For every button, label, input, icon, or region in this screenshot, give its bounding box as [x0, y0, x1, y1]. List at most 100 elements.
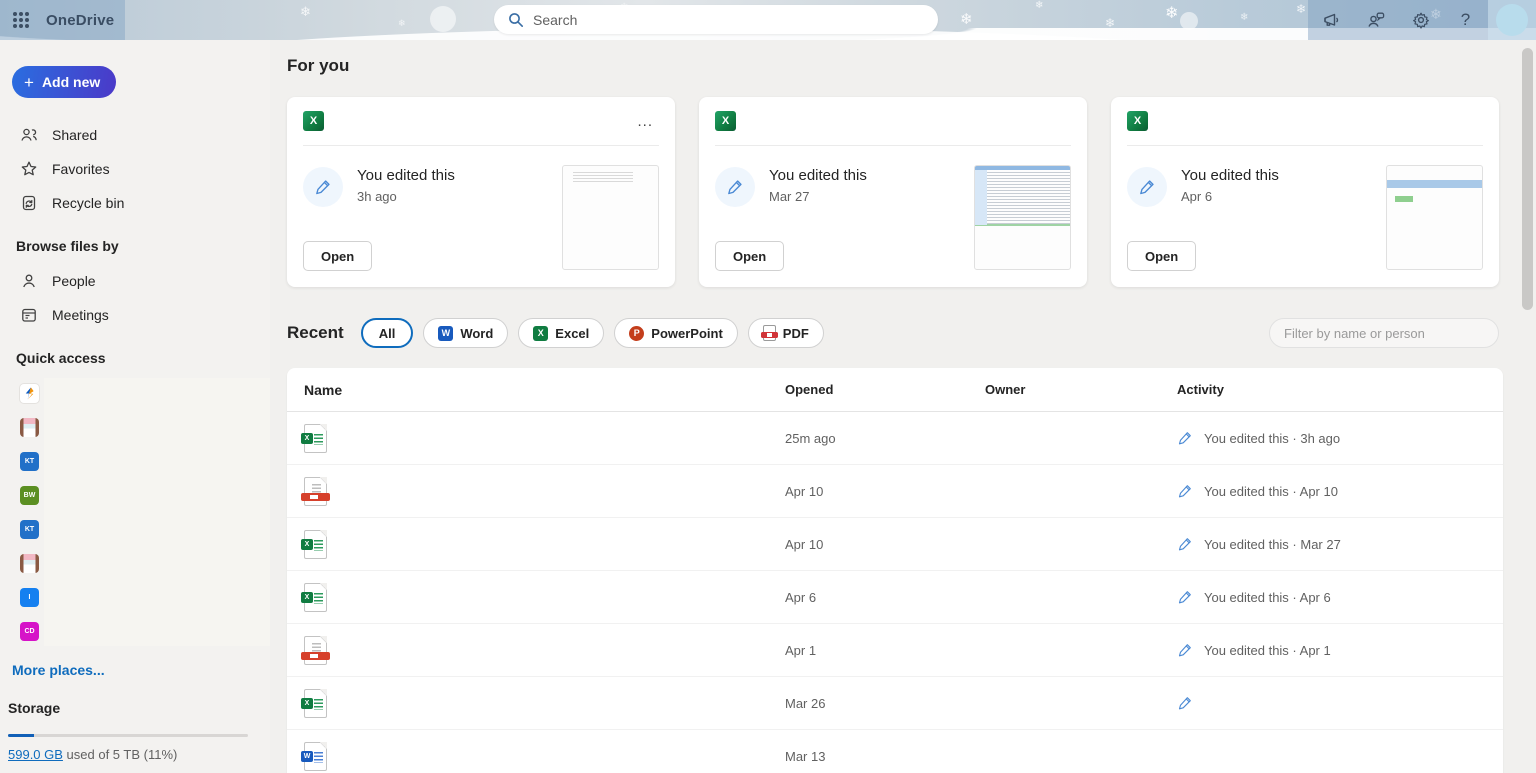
search-bar[interactable]: [494, 5, 938, 34]
sidebar-nav: Shared Favorites Recycle bin: [0, 118, 270, 220]
search-input[interactable]: [533, 12, 924, 28]
card-header: X: [1127, 97, 1483, 146]
vertical-scrollbar[interactable]: [1522, 48, 1533, 310]
column-header-activity[interactable]: Activity: [1177, 382, 1503, 397]
initials-tile-icon: KT: [20, 452, 39, 471]
column-header-name[interactable]: Name: [287, 382, 785, 398]
open-button[interactable]: Open: [303, 241, 372, 271]
page-body: + Add new Shared Favorites: [0, 40, 1536, 773]
snowflake-icon: ❄: [1035, 0, 1043, 11]
storage-used-link[interactable]: 599.0 GB: [8, 747, 63, 762]
browse-nav: People Meetings: [0, 264, 270, 332]
more-options-icon[interactable]: ...: [631, 111, 659, 132]
quick-access-item[interactable]: I: [0, 580, 270, 614]
pdf-file-icon: [304, 477, 327, 506]
sidebar-item-shared[interactable]: Shared: [0, 118, 270, 152]
word-icon: W: [438, 326, 453, 341]
main-content: For you X ... You edited this: [270, 40, 1536, 773]
filter-pill-excel[interactable]: X Excel: [518, 318, 604, 348]
snowflake-icon: ❄: [1240, 12, 1248, 23]
browse-files-by-header: Browse files by: [0, 220, 270, 264]
avatar[interactable]: [1496, 4, 1528, 36]
photo-site-icon: [20, 418, 39, 437]
for-you-card[interactable]: X You edited this Apr 6 Open: [1111, 97, 1499, 287]
sidebar-item-label: People: [52, 273, 96, 289]
quick-access-list: KT BW KT I CD: [0, 376, 270, 648]
pencil-icon: [1177, 430, 1193, 446]
column-header-owner[interactable]: Owner: [985, 382, 1177, 397]
snowflake-icon: ❄: [300, 4, 311, 20]
word-file-icon: W: [304, 742, 327, 771]
quick-access-item[interactable]: [0, 546, 270, 580]
table-header-row: Name Opened Owner Activity: [287, 368, 1503, 412]
sidebar-item-label: Meetings: [52, 307, 109, 323]
excel-file-icon: X: [304, 530, 327, 559]
filter-pill-all[interactable]: All: [361, 318, 414, 348]
for-you-cards: X ... You edited this 3h ago Open: [287, 97, 1499, 287]
activity-text: You edited this · Apr 1: [1204, 643, 1331, 658]
brand-tile: OneDrive: [0, 0, 125, 40]
table-row[interactable]: X Apr 6 You edited this · Apr 6: [287, 571, 1503, 624]
add-new-label: Add new: [42, 74, 100, 90]
add-new-button[interactable]: + Add new: [12, 66, 116, 98]
for-you-title: For you: [287, 56, 1536, 76]
sidebar-item-favorites[interactable]: Favorites: [0, 152, 270, 186]
snowflake-icon: ❄: [1165, 3, 1178, 23]
table-row[interactable]: X 25m ago You edited this · 3h ago: [287, 412, 1503, 465]
star-icon: [20, 160, 38, 178]
file-thumbnail: [974, 165, 1071, 270]
pencil-icon: [715, 167, 755, 207]
filter-pill-word[interactable]: W Word: [423, 318, 508, 348]
filter-pill-powerpoint[interactable]: P PowerPoint: [614, 318, 738, 348]
avatar-tile: [1488, 0, 1536, 40]
excel-file-icon: X: [304, 689, 327, 718]
filter-pill-pdf[interactable]: PDF: [748, 318, 824, 348]
quick-access-item[interactable]: KT: [0, 444, 270, 478]
quick-access-item[interactable]: CD: [0, 614, 270, 648]
filter-by-name-input[interactable]: [1269, 318, 1499, 348]
card-header: X ...: [303, 97, 659, 146]
open-button[interactable]: Open: [1127, 241, 1196, 271]
opened-cell: 25m ago: [785, 431, 985, 446]
quick-access-item[interactable]: [0, 410, 270, 444]
person-icon: [20, 272, 38, 290]
for-you-card[interactable]: X ... You edited this 3h ago Open: [287, 97, 675, 287]
excel-file-icon: X: [304, 583, 327, 612]
sidebar-item-meetings[interactable]: Meetings: [0, 298, 270, 332]
megaphone-icon[interactable]: [1308, 0, 1353, 40]
snowflake-icon: ❄: [1296, 2, 1306, 16]
quick-access-item[interactable]: BW: [0, 478, 270, 512]
sidebar-item-people[interactable]: People: [0, 264, 270, 298]
search-icon: [508, 12, 524, 28]
snow-blob-decoration: [1180, 12, 1198, 30]
opened-cell: Apr 10: [785, 537, 985, 552]
gear-icon[interactable]: [1398, 0, 1443, 40]
table-row[interactable]: W Mar 13: [287, 730, 1503, 773]
opened-cell: Apr 10: [785, 484, 985, 499]
opened-cell: Mar 26: [785, 696, 985, 711]
question-mark-icon[interactable]: ?: [1443, 0, 1488, 40]
table-row[interactable]: X Apr 10 You edited this · Mar 27: [287, 518, 1503, 571]
person-feedback-icon[interactable]: [1353, 0, 1398, 40]
more-places-link[interactable]: More places...: [12, 662, 105, 678]
excel-file-icon: X: [303, 111, 324, 131]
activity-text: You edited this · Mar 27: [1204, 537, 1341, 552]
quick-access-item[interactable]: [0, 376, 270, 410]
quick-access-item[interactable]: KT: [0, 512, 270, 546]
sidebar-item-label: Recycle bin: [52, 195, 124, 211]
pill-label: PDF: [783, 326, 809, 341]
app-launcher-icon[interactable]: [10, 9, 32, 31]
column-header-opened[interactable]: Opened: [785, 382, 985, 397]
sidebar-item-recycle-bin[interactable]: Recycle bin: [0, 186, 270, 220]
table-row[interactable]: Apr 1 You edited this · Apr 1: [287, 624, 1503, 677]
table-row[interactable]: Apr 10 You edited this · Apr 10: [287, 465, 1503, 518]
open-button[interactable]: Open: [715, 241, 784, 271]
sidebar-item-label: Favorites: [52, 161, 110, 177]
app-title: OneDrive: [46, 12, 114, 29]
pdf-file-icon: [304, 636, 327, 665]
table-row[interactable]: X Mar 26: [287, 677, 1503, 730]
initials-tile-icon: CD: [20, 622, 39, 641]
sidebar: + Add new Shared Favorites: [0, 40, 270, 773]
for-you-card[interactable]: X You edited this Mar 27 Open: [699, 97, 1087, 287]
pill-label: Excel: [555, 326, 589, 341]
